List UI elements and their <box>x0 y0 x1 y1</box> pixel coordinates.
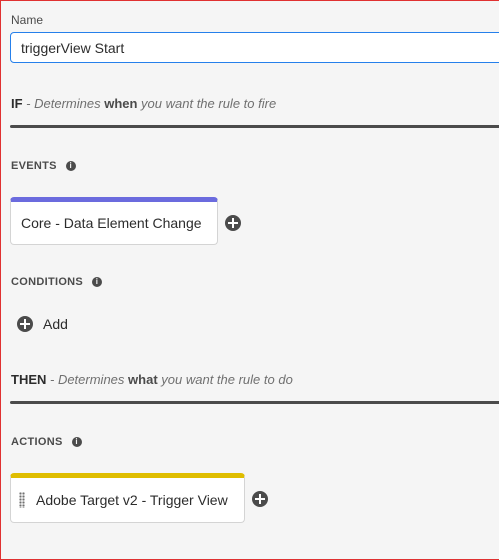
then-description-emphasis: what <box>128 372 158 387</box>
rule-name-input[interactable] <box>10 32 499 63</box>
add-condition-button[interactable]: Add <box>17 316 68 332</box>
events-label: EVENTS <box>11 160 57 172</box>
then-section-header: THEN - Determines what you want the rule… <box>11 372 293 387</box>
actions-label: ACTIONS <box>11 436 63 448</box>
add-event-icon[interactable] <box>225 215 241 231</box>
add-condition-label: Add <box>43 316 68 332</box>
then-divider <box>10 401 499 404</box>
if-section-header: IF - Determines when you want the rule t… <box>11 96 276 111</box>
actions-info-icon[interactable]: i <box>71 437 82 447</box>
if-description-prefix: - Determines <box>22 96 105 111</box>
then-keyword: THEN <box>11 372 47 387</box>
events-heading: EVENTS i <box>11 160 76 172</box>
if-description-emphasis: when <box>104 96 138 111</box>
conditions-info-icon[interactable]: i <box>92 277 103 287</box>
event-card[interactable]: Core - Data Element Change <box>10 197 218 245</box>
drag-handle-icon[interactable] <box>19 492 25 508</box>
if-description-suffix: you want the rule to fire <box>137 96 277 111</box>
add-action-icon[interactable] <box>252 491 268 507</box>
if-keyword: IF <box>11 96 23 111</box>
then-description-suffix: you want the rule to do <box>157 372 293 387</box>
action-card[interactable]: Adobe Target v2 - Trigger View <box>10 473 245 523</box>
actions-heading: ACTIONS i <box>11 436 82 448</box>
conditions-heading: CONDITIONS i <box>11 276 103 288</box>
if-divider <box>10 125 499 128</box>
add-condition-icon <box>17 316 33 332</box>
then-description-prefix: - Determines <box>46 372 129 387</box>
name-field-label: Name <box>11 13 44 27</box>
event-card-label: Core - Data Element Change <box>21 215 202 231</box>
action-card-label: Adobe Target v2 - Trigger View <box>36 492 228 508</box>
events-info-icon[interactable]: i <box>65 161 76 171</box>
conditions-label: CONDITIONS <box>11 276 84 288</box>
